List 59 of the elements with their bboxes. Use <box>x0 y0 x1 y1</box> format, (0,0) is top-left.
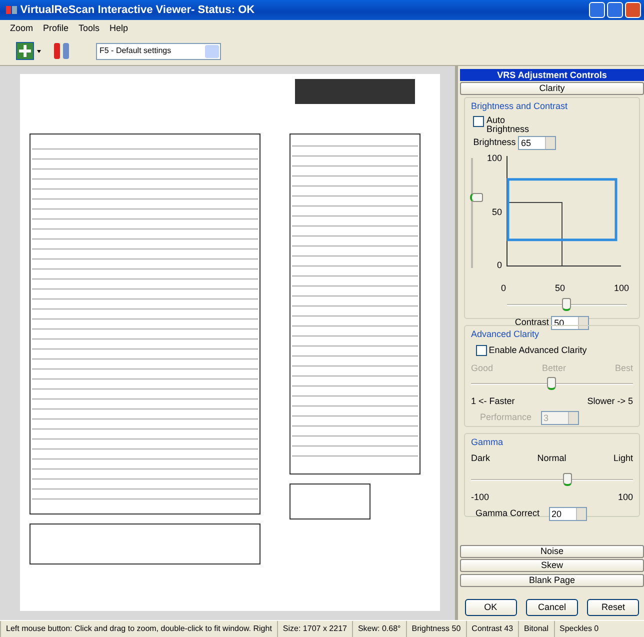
status-text: Size: 1707 x 2217 <box>276 621 352 637</box>
gamma-correct-spinbox[interactable]: 20 <box>548 507 587 521</box>
zoom-fit-icon[interactable] <box>16 42 42 60</box>
scale-label: -100 <box>471 491 490 504</box>
status-text: Contrast 43 <box>466 621 518 637</box>
menu-item[interactable]: Tools <box>78 22 100 36</box>
menu-item[interactable]: Help <box>110 22 128 36</box>
panel-title: VRS Adjustment Controls <box>460 69 644 81</box>
dialog-button[interactable]: Cancel <box>526 599 578 616</box>
status-text: Left mouse button: Click and drag to zoom, double-click to fit window. Right <box>0 621 277 637</box>
axis-label: 0 <box>496 258 502 272</box>
contrast-slider-thumb[interactable] <box>562 298 571 311</box>
status-text: Brightness 50 <box>406 621 466 637</box>
app-icon <box>6 5 18 15</box>
brightness-label: Brightness <box>473 136 516 150</box>
axis-label: 0 <box>501 282 506 296</box>
clarity-tab[interactable]: Clarity <box>460 82 644 95</box>
scale-label: 100 <box>618 491 633 504</box>
maximize-button[interactable] <box>606 2 623 18</box>
scale-label: Slower -> 5 <box>587 395 633 408</box>
scale-label: Best <box>614 362 633 375</box>
axis-label: 50 <box>554 282 565 296</box>
group-legend: Advanced Clarity <box>471 328 633 342</box>
scale-label: 1 <- Faster <box>471 395 515 408</box>
axis-label: 100 <box>486 152 502 166</box>
checkbox-label: Auto Brightness <box>486 116 526 134</box>
scale-label: Better <box>542 362 566 375</box>
performance-label: Performance <box>480 411 532 424</box>
checkbox-label: Enable Advanced Clarity <box>488 344 587 357</box>
status-text: Speckles 0 <box>554 621 604 637</box>
scale-label: Dark <box>471 452 490 465</box>
gamma-correct-label: Gamma Correct <box>476 507 540 520</box>
contrast-label: Contrast <box>514 316 549 329</box>
brightness-spinbox[interactable]: 65 <box>518 136 556 150</box>
minimize-button[interactable] <box>588 2 604 18</box>
window-title: VirtualReScan Interactive Viewer- Status: OK <box>20 2 255 18</box>
dialog-button[interactable]: Reset <box>587 599 640 616</box>
status-text: Bitonal <box>518 621 554 637</box>
menu-item[interactable]: Profile <box>43 22 69 36</box>
group-legend: Gamma <box>471 436 633 450</box>
section-tab[interactable]: Noise <box>460 544 644 558</box>
profile-dropdown[interactable]: F5 - Default settings <box>96 42 220 60</box>
brightness-slider-thumb[interactable] <box>470 193 483 202</box>
close-button[interactable] <box>625 2 641 18</box>
scale-label: Good <box>471 362 494 375</box>
dialog-button[interactable]: OK <box>464 599 517 616</box>
menu-item[interactable]: Zoom <box>10 22 34 36</box>
section-tab[interactable]: Skew <box>460 559 644 572</box>
section-tab[interactable]: Blank Page <box>460 574 644 586</box>
group-legend: Brightness and Contrast <box>471 100 633 114</box>
axis-label: 50 <box>490 206 502 218</box>
enable-advanced-clarity-checkbox[interactable] <box>476 345 486 356</box>
status-text: Skew: 0.68° <box>352 621 406 637</box>
scale-label: Light <box>613 452 633 465</box>
scale-label: Normal <box>537 452 566 465</box>
axis-label: 100 <box>614 282 629 296</box>
gamma-slider-thumb[interactable] <box>563 473 572 486</box>
clarity-slider-thumb[interactable] <box>547 377 556 390</box>
auto-brightness-checkbox[interactable] <box>473 116 484 127</box>
